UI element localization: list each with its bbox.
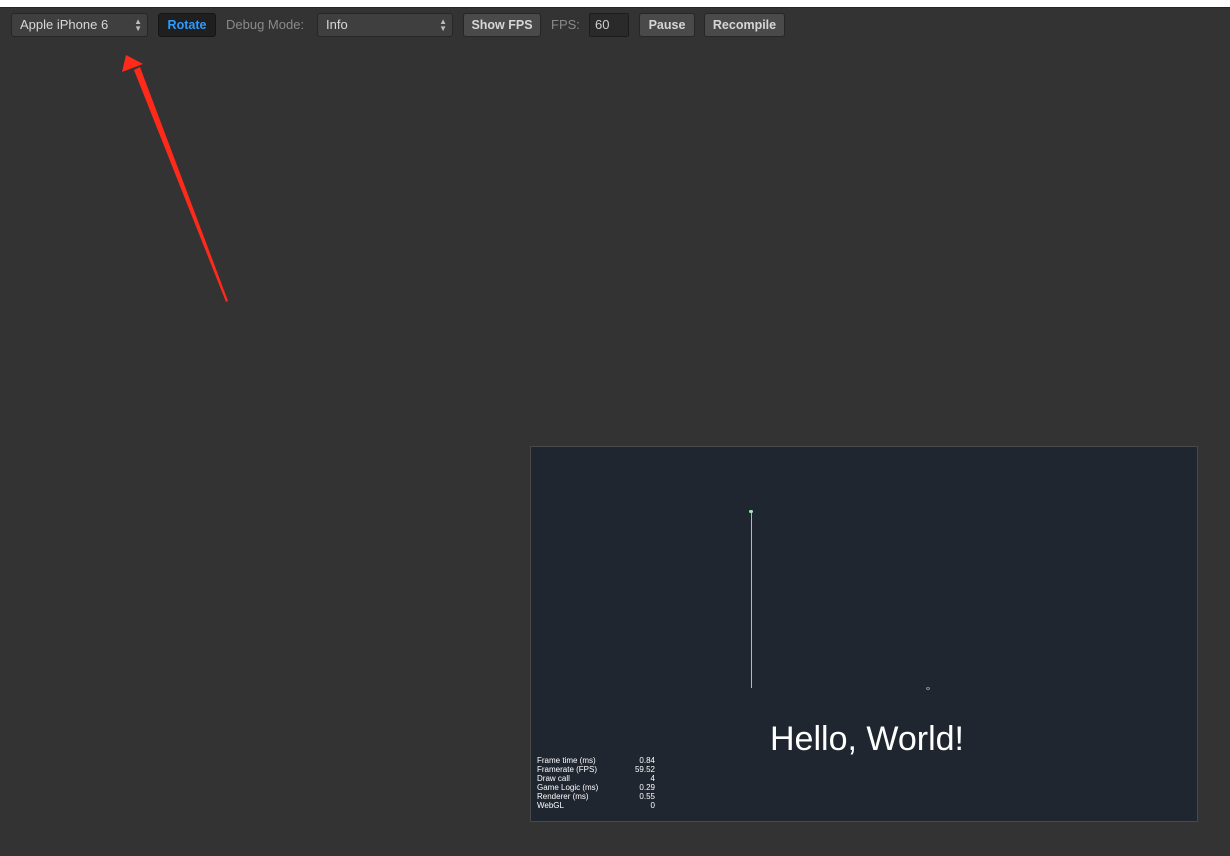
stat-value: 59.52 [634, 765, 655, 774]
stat-row: Renderer (ms) 0.55 [537, 792, 655, 801]
hello-world-text: Hello, World! [770, 720, 964, 758]
stat-label: Frame time (ms) [537, 756, 596, 765]
stat-row: Game Logic (ms) 0.29 [537, 783, 655, 792]
stat-value: 0 [650, 801, 655, 810]
stat-row: WebGL 0 [537, 801, 655, 810]
debug-line [751, 513, 752, 688]
stat-row: Frame time (ms) 0.84 [537, 756, 655, 765]
stat-label: Draw call [537, 774, 570, 783]
game-canvas[interactable]: Hello, World! Frame time (ms) 0.84 Framer… [530, 446, 1198, 822]
stats-panel: Frame time (ms) 0.84 Framerate (FPS) 59.52… [537, 756, 655, 810]
stat-value: 4 [650, 774, 655, 783]
stat-value: 0.29 [639, 783, 655, 792]
debug-point [926, 687, 930, 690]
annotation-arrow-shaft [134, 67, 228, 302]
debug-point [749, 510, 753, 513]
stat-label: Game Logic (ms) [537, 783, 599, 792]
stat-label: WebGL [537, 801, 564, 810]
stat-label: Renderer (ms) [537, 792, 589, 801]
stat-value: 0.55 [639, 792, 655, 801]
stat-row: Draw call 4 [537, 774, 655, 783]
stat-label: Framerate (FPS) [537, 765, 598, 774]
hello-world-label: Hello, World! [531, 717, 1199, 761]
stat-row: Framerate (FPS) 59.52 [537, 765, 655, 774]
stat-value: 0.84 [639, 756, 655, 765]
